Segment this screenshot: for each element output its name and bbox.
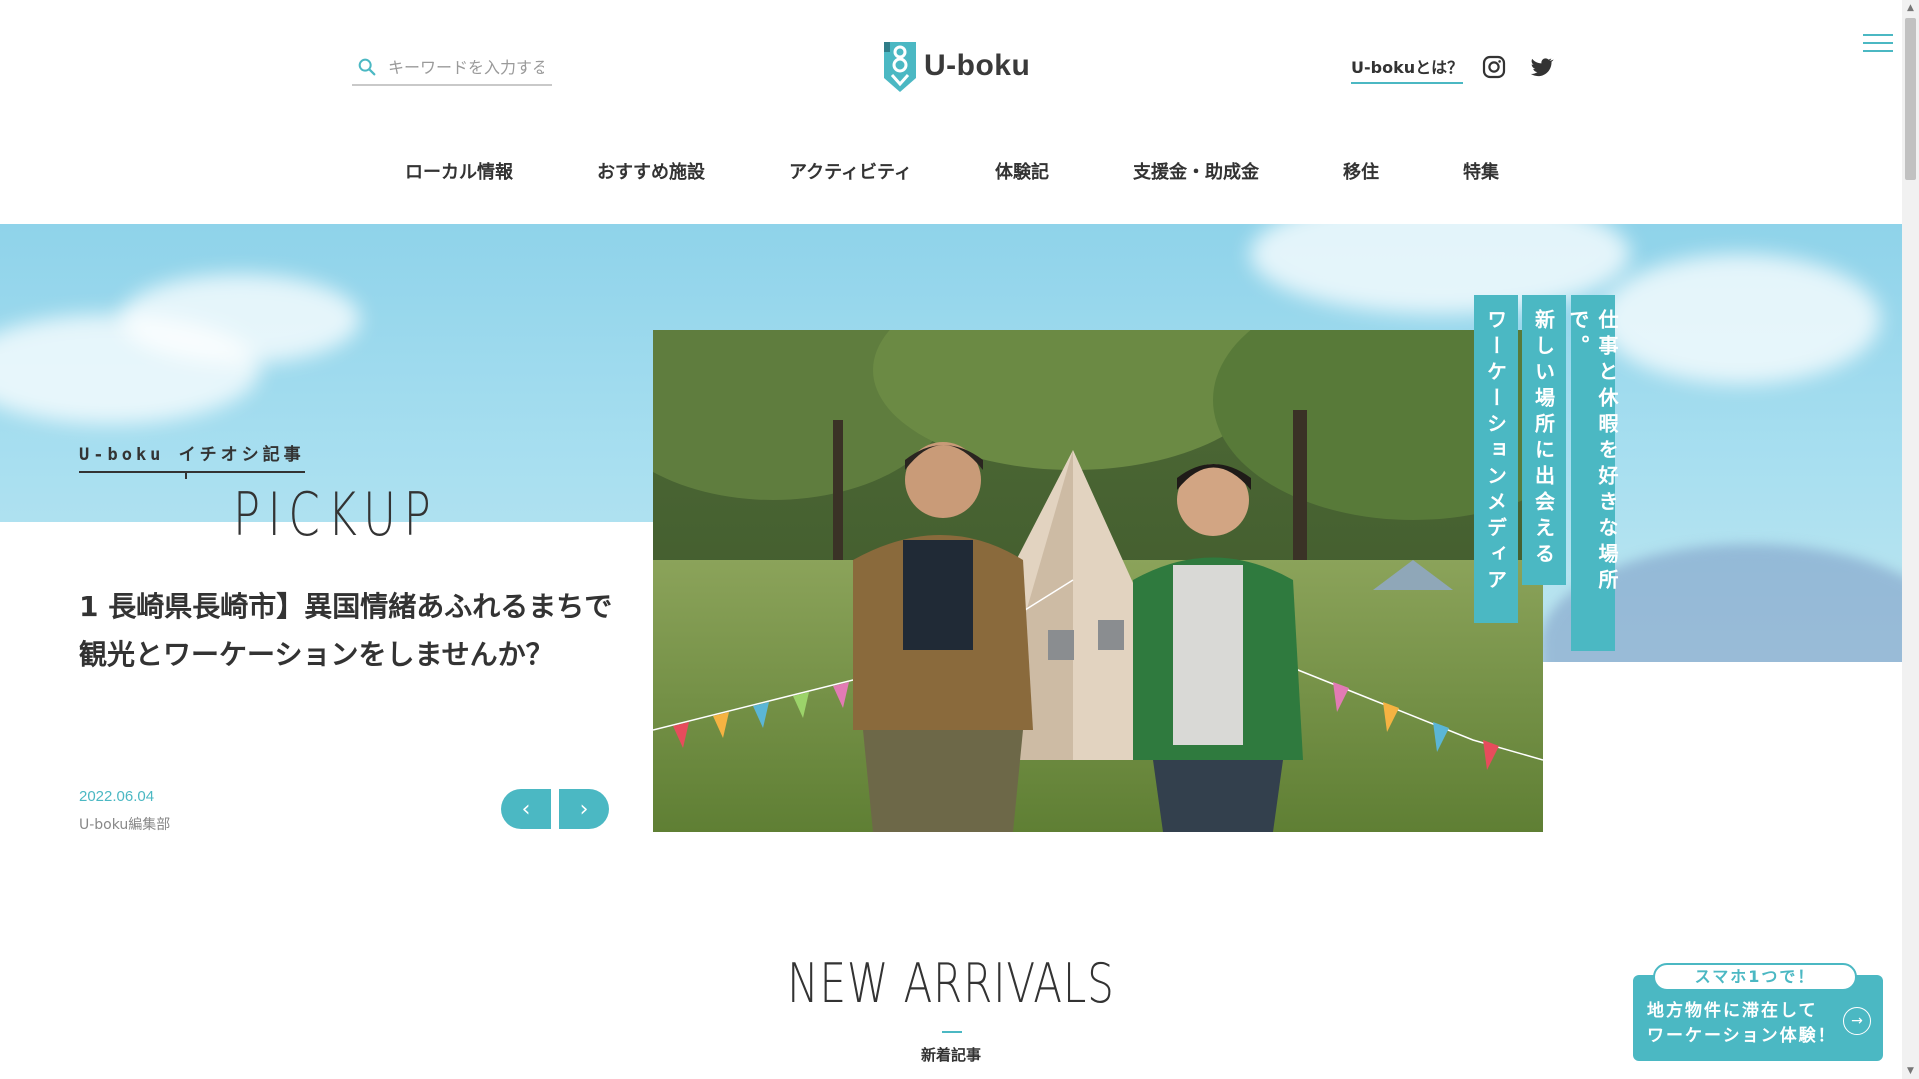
pickup-article-title[interactable]: 1 長崎県長崎市】異国情緒あふれるまちで観光とワーケーションをしませんか？ <box>79 583 624 679</box>
search-bar[interactable] <box>352 50 552 86</box>
menu-icon[interactable] <box>1863 34 1893 54</box>
arrow-right-icon: → <box>1843 1007 1871 1035</box>
nav-item-experiences[interactable]: 体験記 <box>995 158 1049 184</box>
slider-next-button[interactable]: › <box>559 789 609 829</box>
search-icon <box>358 58 376 76</box>
smartphone-workation-banner[interactable]: スマホ1つで！ 地方物件に滞在して ワーケーション体験！ → <box>1633 963 1883 1061</box>
article-date: 2022.06.04 <box>79 788 155 805</box>
logo-text: U-boku <box>924 49 1031 82</box>
tagline-1: 仕事と休暇を好きな場所で。 <box>1566 295 1619 651</box>
hero-photo[interactable] <box>653 330 1543 832</box>
twitter-icon[interactable] <box>1528 54 1554 80</box>
nav-item-facilities[interactable]: おすすめ施設 <box>597 158 705 184</box>
site-logo[interactable]: U-boku <box>882 38 1030 94</box>
slider-prev-button[interactable]: ‹ <box>501 789 551 829</box>
chevron-right-icon: › <box>579 796 589 822</box>
banner-line-2: ワーケーション体験！ <box>1647 1026 1837 1046</box>
banner-pill: スマホ1つで！ <box>1653 963 1857 991</box>
search-input[interactable] <box>386 56 546 78</box>
chevron-left-icon: ‹ <box>521 796 531 822</box>
nav-item-local[interactable]: ローカル情報 <box>405 158 513 184</box>
nav-item-activities[interactable]: アクティビティ <box>789 158 912 184</box>
banner-line-1: 地方物件に滞在して <box>1647 1001 1818 1021</box>
tagline-3: ワーケーションメディア <box>1474 295 1518 623</box>
hero-photo-illustration <box>653 330 1543 832</box>
about-link[interactable]: U-bokuとは？ <box>1351 54 1464 84</box>
nav-item-relocation[interactable]: 移住 <box>1343 158 1379 184</box>
tagline-2: 新しい場所に出会える <box>1522 295 1566 585</box>
nav-item-subsidies[interactable]: 支援金・助成金 <box>1133 158 1259 184</box>
new-arrivals-subtitle: 新着記事 <box>920 1046 981 1064</box>
logo-mark-icon <box>884 42 916 92</box>
pickup-title: PICKUP <box>233 480 439 550</box>
hero-right-white <box>1542 662 1902 962</box>
scrollbar-thumb[interactable] <box>1905 18 1916 180</box>
new-arrivals-divider <box>942 1031 962 1033</box>
pickup-label: U-boku イチオシ記事 <box>79 440 305 479</box>
article-author: U-boku編集部 <box>79 817 171 833</box>
instagram-icon[interactable] <box>1481 54 1507 80</box>
nav-item-features[interactable]: 特集 <box>1463 158 1499 184</box>
new-arrivals-title: NEW ARRIVALS <box>787 952 1115 1015</box>
scroll-up-icon[interactable]: ▲ <box>1905 2 1916 14</box>
banner-text: 地方物件に滞在して ワーケーション体験！ <box>1647 999 1837 1049</box>
scroll-down-icon[interactable]: ▼ <box>1905 1065 1916 1077</box>
